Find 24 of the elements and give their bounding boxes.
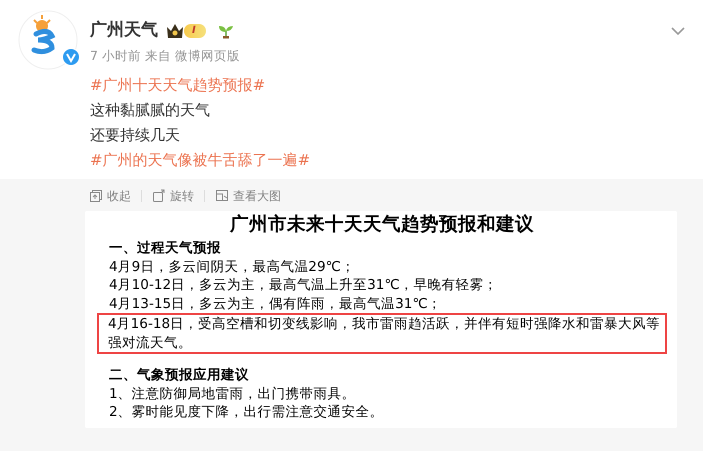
avatar-logo-icon[interactable] bbox=[18, 10, 78, 70]
document-title: 广州市未来十天天气趋势预报和建议 bbox=[228, 213, 535, 238]
account-name[interactable]: 广州天气 bbox=[90, 18, 158, 44]
post-text: 这种黏腻腻的天气 bbox=[90, 101, 210, 120]
level-badge: I bbox=[184, 24, 206, 38]
view-button[interactable]: 查看大图 bbox=[205, 187, 291, 206]
forecast-line: 1、注意防御局地雷雨，出门携带雨具。 bbox=[108, 384, 357, 404]
post-meta: 7 小时前 来自 微博网页版 bbox=[90, 46, 241, 64]
rotate-icon bbox=[152, 189, 166, 204]
forecast-line: 4月13-15日，多云为主，偶有阵雨，最高气温31℃； bbox=[108, 294, 443, 314]
hashtag-link[interactable]: #广州十天天气趋势预报# bbox=[90, 76, 266, 94]
post-text: 还要持续几天 bbox=[90, 126, 180, 144]
hashtag-link[interactable]: #广州的天气像被牛舌舔了一遍# bbox=[90, 151, 310, 170]
section-heading: 一、过程天气预报 bbox=[108, 239, 222, 258]
forecast-line: 2、雾时能见度下降，出行需注意交通安全。 bbox=[108, 403, 385, 422]
forecast-line: 4月9日，多云间阴天，最高气温29℃； bbox=[108, 258, 356, 276]
forecast-line: 4月10-12日，多云为主，最高气温上升至31℃，早晚有轻雾； bbox=[108, 276, 499, 295]
collapse-button[interactable]: 收起 bbox=[85, 187, 141, 206]
image-view-icon bbox=[215, 189, 229, 204]
rotate-button[interactable]: 旋转 bbox=[142, 187, 204, 206]
crown-icon bbox=[166, 22, 184, 39]
collapse-icon bbox=[89, 189, 103, 204]
section-heading: 二、气象预报应用建议 bbox=[108, 366, 250, 385]
sprout-icon bbox=[218, 23, 234, 40]
